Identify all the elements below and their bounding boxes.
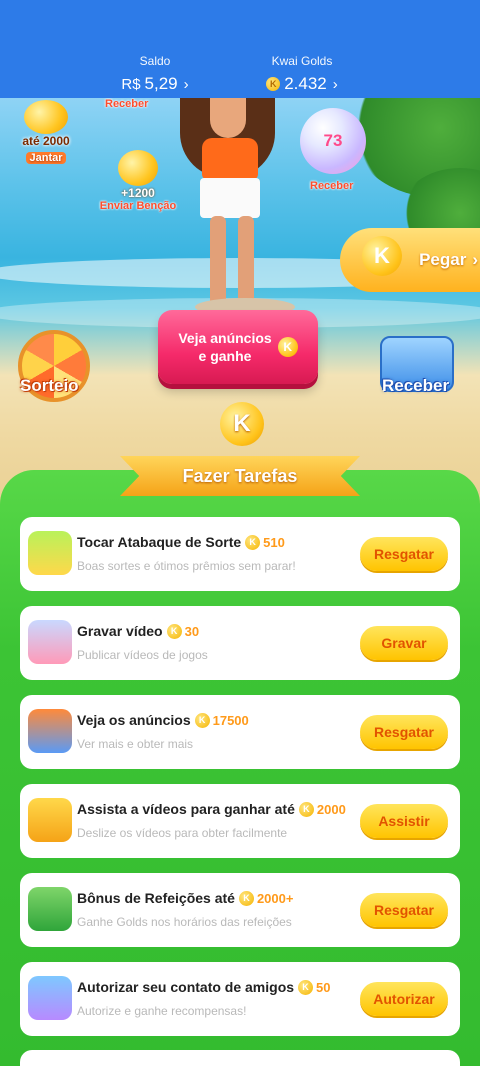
golds-value: 2.432: [284, 74, 327, 93]
bubble-value: 73: [323, 131, 343, 150]
task-reward: 2000+: [256, 890, 294, 906]
wallet-header: Saldo R$ 5,29 › Kwai Golds K 2.432 ›: [0, 0, 480, 98]
receber-top-label[interactable]: Receber: [105, 98, 148, 110]
saldo-label: Saldo: [139, 54, 171, 68]
pegar-label: Pegar: [419, 250, 467, 269]
gravar-button[interactable]: Gravar: [360, 626, 448, 660]
gold-coin-icon: K: [362, 236, 402, 276]
tv-icon: [28, 709, 72, 753]
task-reward: 17500: [212, 712, 249, 728]
bencao-amount: +1200: [121, 186, 155, 200]
gold-coin-icon: K: [166, 623, 182, 639]
drum-icon: [28, 531, 72, 575]
autorizar-button[interactable]: Autorizar: [360, 982, 448, 1016]
task-reward: 50: [316, 979, 331, 995]
calendar-icon: [28, 887, 72, 931]
gold-coin-icon: K: [245, 534, 261, 550]
task-desc: Boas sortes e ótimos prêmios sem parar!: [77, 559, 296, 573]
gold-coin-icon: K: [220, 402, 264, 446]
saldo-currency: R$: [121, 75, 141, 93]
kwai-golds-balance[interactable]: Kwai Golds K 2.432 ›: [252, 54, 352, 94]
avatar-character: [180, 98, 290, 318]
resgatar-button[interactable]: Resgatar: [360, 715, 448, 749]
task-name: Bônus de Refeições até: [77, 890, 235, 906]
receber-chest-label[interactable]: Receber: [382, 376, 449, 396]
gold-coin-icon: K: [298, 801, 314, 817]
chevron-right-icon: ›: [183, 75, 189, 93]
task-row: Assista a vídeos para ganhar até K 2000 D…: [20, 784, 460, 858]
gold-coin-icon: K: [266, 77, 281, 91]
gold-pile-icon: [24, 100, 68, 134]
task-name: Tocar Atabaque de Sorte: [77, 534, 242, 550]
sorteio-label[interactable]: Sorteio: [20, 376, 79, 396]
task-desc: Autorize e ganhe recompensas!: [77, 1004, 247, 1018]
tasks-banner: Fazer Tarefas: [120, 448, 360, 500]
jantar-amount: até 2000: [22, 134, 70, 148]
film-camera-icon: [28, 798, 72, 842]
saldo-balance[interactable]: Saldo R$ 5,29 ›: [110, 54, 200, 94]
pegar-button[interactable]: K Pegar ›: [340, 228, 480, 292]
task-row: Tocar Atabaque de Sorte K 510 Boas sortes…: [20, 517, 460, 591]
task-name: Gravar vídeo: [77, 623, 163, 639]
gold-coin-icon: K: [277, 337, 298, 357]
hand-contact-icon: [28, 976, 72, 1020]
gold-envelope-icon: [118, 150, 158, 186]
enviar-bencao-reward[interactable]: +1200 Enviar Benção: [96, 150, 180, 212]
tasks-title: Fazer Tarefas: [182, 466, 298, 486]
task-row: Gravar vídeo K 30 Publicar vídeos de jogo…: [20, 606, 460, 680]
task-row: Bônus de Refeições até K 2000+ Ganhe Gold…: [20, 873, 460, 947]
saldo-value: 5,29: [144, 74, 178, 93]
task-reward: 2000: [316, 801, 346, 817]
gold-coin-icon: K: [238, 890, 254, 906]
cta-label-line1: Veja anúncios: [178, 330, 272, 346]
resgatar-button[interactable]: Resgatar: [360, 893, 448, 927]
task-desc: Deslize os vídeos para obter facilmente: [77, 826, 288, 840]
jantar-reward[interactable]: até 2000 Jantar: [14, 100, 78, 166]
video-camera-icon: [28, 620, 72, 664]
bencao-label: Enviar Benção: [99, 200, 177, 212]
jantar-label: Jantar: [26, 152, 66, 164]
assistir-button[interactable]: Assistir: [360, 804, 448, 838]
golds-label: Kwai Golds: [271, 54, 333, 68]
task-desc: Ver mais e obter mais: [77, 737, 194, 751]
gold-coin-icon: K: [298, 979, 314, 995]
task-name: Autorizar seu contato de amigos: [77, 979, 295, 995]
watch-ads-button[interactable]: Veja anúncios e ganhe K: [158, 310, 318, 384]
bubble-receber-label[interactable]: Receber: [310, 180, 353, 192]
resgatar-button[interactable]: Resgatar: [360, 537, 448, 571]
task-row-partial: [20, 1050, 460, 1066]
task-reward: 30: [184, 623, 200, 639]
task-desc: Ganhe Golds nos horários das refeições: [77, 915, 292, 929]
task-row: Autorizar seu contato de amigos K 50 Auto…: [20, 962, 460, 1036]
chevron-right-icon: ›: [472, 250, 478, 269]
task-name: Assista a vídeos para ganhar até: [77, 801, 295, 817]
task-desc: Publicar vídeos de jogos: [77, 648, 208, 662]
task-reward: 510: [263, 534, 285, 550]
task-name: Veja os anúncios: [77, 712, 191, 728]
cta-label-line2: e ganhe: [198, 348, 252, 364]
bubble-reward[interactable]: 73: [300, 108, 366, 174]
gold-coin-icon: K: [194, 712, 210, 728]
chevron-right-icon: ›: [332, 75, 338, 93]
task-row: Veja os anúncios K 17500 Ver mais e obter…: [20, 695, 460, 769]
